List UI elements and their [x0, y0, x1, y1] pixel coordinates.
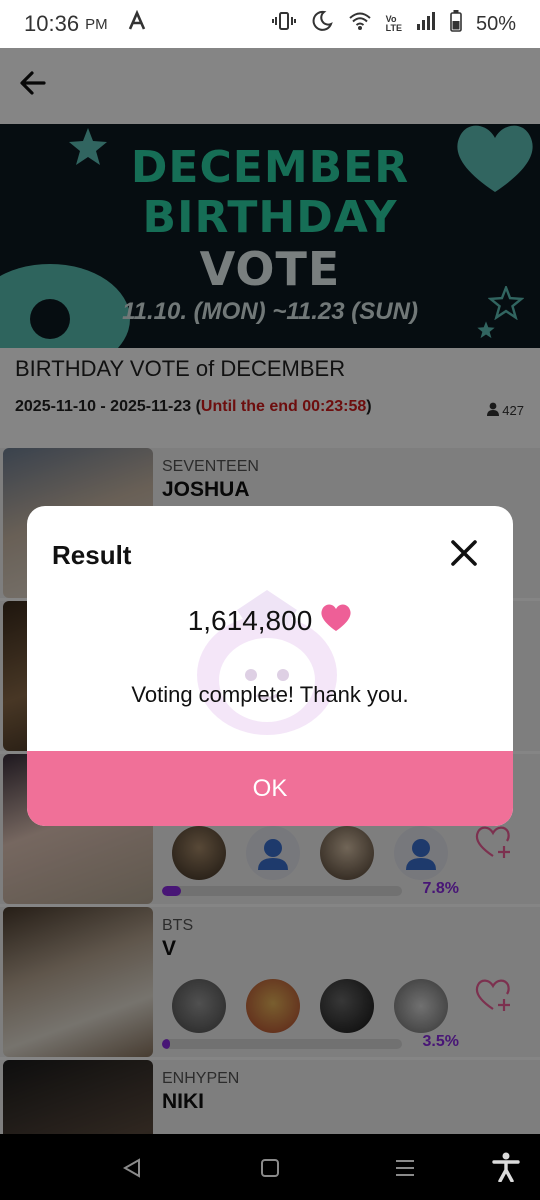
heart-icon	[320, 602, 352, 639]
vote-amount-value: 1,614,800	[187, 604, 313, 636]
vote-amount: 1,614,800	[27, 602, 513, 639]
back-nav-icon[interactable]	[122, 1158, 142, 1183]
status-time: 10:36	[24, 11, 80, 36]
battery-percent: 50%	[475, 12, 516, 35]
volte-icon: Vo LTE	[385, 14, 402, 33]
recents-nav-icon[interactable]	[394, 1158, 416, 1183]
vibrate-icon	[271, 10, 296, 38]
battery-icon	[450, 10, 462, 38]
navigation-bar	[0, 1134, 540, 1200]
status-ampm: PM	[85, 15, 108, 33]
wifi-icon	[348, 11, 372, 37]
moon-icon	[310, 9, 334, 39]
dialog-message: Voting complete! Thank you.	[131, 682, 409, 707]
result-dialog: Result 1,614,800 Voting complete! Thank …	[27, 506, 513, 826]
home-nav-icon[interactable]	[260, 1158, 280, 1183]
close-icon[interactable]	[449, 538, 479, 568]
dialog-title: Result	[52, 540, 132, 570]
app-a-icon	[126, 9, 148, 38]
signal-icon	[416, 11, 436, 37]
status-bar: 10:36 PM Vo LTE 50%	[0, 0, 540, 48]
accessibility-icon[interactable]	[492, 1152, 520, 1187]
ok-button[interactable]: OK	[27, 751, 513, 826]
